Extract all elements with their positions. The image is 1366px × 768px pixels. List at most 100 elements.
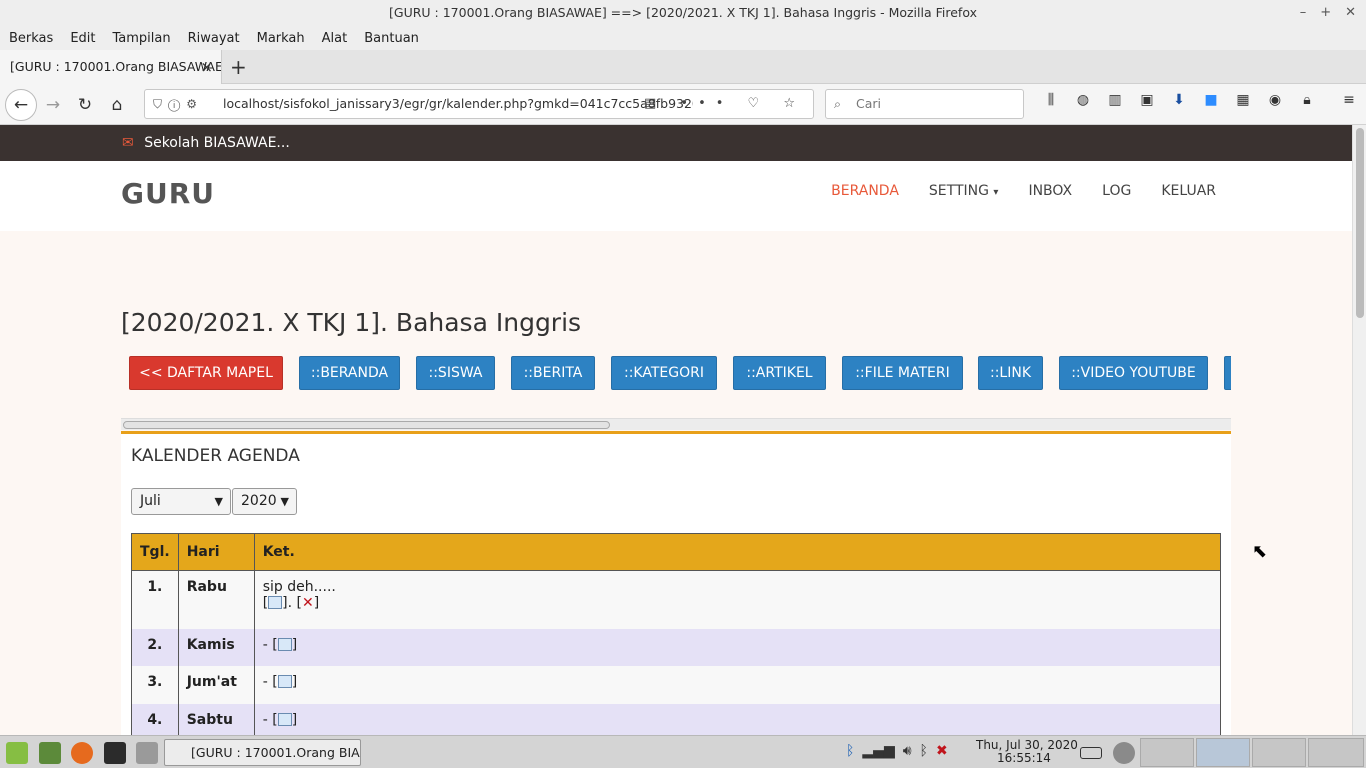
chevron-down-icon: ▾ [993, 187, 999, 198]
cell-ket: - [] [253, 628, 1222, 666]
nav-inbox[interactable]: INBOX [1028, 183, 1072, 199]
volume-icon[interactable]: 🔊︎ [903, 743, 912, 759]
cell-tgl: 1. [131, 570, 179, 629]
mint-menu-icon[interactable] [6, 742, 28, 764]
files-launcher-icon[interactable] [136, 742, 158, 764]
vertical-scroll-thumb[interactable] [1356, 128, 1364, 318]
calendar-title: KALENDER AGENDA [131, 446, 300, 466]
forward-icon[interactable]: → [40, 92, 66, 118]
vertical-scrollbar[interactable] [1352, 125, 1366, 735]
tab-close-icon[interactable]: × [200, 50, 213, 84]
nav-setting-label: SETTING [928, 183, 989, 199]
menu-alat[interactable]: Alat [322, 31, 348, 46]
kategori-button[interactable]: ::KATEGORI [611, 356, 717, 390]
menubar: Berkas Edit Tampilan Riwayat Markah Alat… [0, 26, 1366, 50]
site-topbar: ✉ Sekolah BIASAWAE... [0, 125, 1352, 161]
back-icon[interactable]: ← [5, 89, 37, 121]
lock-icon[interactable]: 🔒︎ [1296, 92, 1318, 108]
reload-icon[interactable]: ↻ [72, 92, 98, 118]
site-info-icon[interactable]: ⛉ⓘ⚙ [153, 90, 203, 118]
menu-berkas[interactable]: Berkas [9, 31, 53, 46]
home-icon[interactable]: ⌂ [104, 92, 130, 118]
school-name: Sekolah BIASAWAE... [144, 135, 290, 151]
sidebar-icon[interactable]: ▣ [1136, 92, 1158, 108]
edit-icon[interactable] [268, 596, 283, 609]
clock-time: 16:55:14 [997, 751, 1051, 765]
url-bar[interactable]: ⛉ⓘ⚙ localhost/sisfokol_janissary3/egr/gr… [144, 89, 814, 119]
subject-button-row: << DAFTAR MAPEL ::BERANDA ::SISWA ::BERI… [121, 356, 1231, 390]
video-youtube-button[interactable]: ::VIDEO YOUTUBE [1059, 356, 1208, 390]
month-select[interactable]: Juli ▼ [131, 488, 231, 515]
nav-keluar[interactable]: KELUAR [1161, 183, 1216, 199]
show-desktop-icon[interactable] [39, 742, 61, 764]
new-tab-icon[interactable]: + [230, 50, 247, 84]
table-row: 1. Rabu sip deh..... []. [✕] [131, 570, 1222, 629]
siswa-button[interactable]: ::SISWA [416, 356, 495, 390]
search-icon: ⌕ [834, 96, 842, 111]
close-icon[interactable]: ✕ [1345, 0, 1356, 26]
download-icon[interactable]: ⬇ [1168, 92, 1190, 108]
berita-button[interactable]: ::BERITA [511, 356, 595, 390]
menu-markah[interactable]: Markah [257, 31, 305, 46]
link-button[interactable]: ::LINK [978, 356, 1043, 390]
reader-icon[interactable]: ▥ [1104, 92, 1126, 108]
workspace-3[interactable] [1252, 738, 1306, 767]
daftar-mapel-button[interactable]: << DAFTAR MAPEL [129, 356, 283, 390]
row-actions: []. [✕] [262, 595, 320, 611]
overflow-button[interactable] [1224, 356, 1231, 390]
library-icon[interactable]: ⫼ [1040, 92, 1062, 108]
edit-icon[interactable] [277, 712, 292, 726]
terminal-icon[interactable] [104, 742, 126, 764]
envelope-icon: ✉ [122, 135, 134, 151]
bluetooth-status-icon[interactable]: ᛒ [920, 743, 928, 759]
horizontal-scrollbar[interactable] [121, 418, 1231, 430]
year-select[interactable]: 2020 ▼ [232, 488, 297, 515]
page-actions-icon[interactable]: ▤ ••• ♡ ☆ [644, 90, 805, 118]
clock[interactable]: Thu, Jul 30, 2020 16:55:14 [976, 739, 1078, 765]
menu-bantuan[interactable]: Bantuan [364, 31, 419, 46]
security-shield-icon[interactable]: ✖ [936, 743, 948, 759]
menu-riwayat[interactable]: Riwayat [188, 31, 240, 46]
minimize-icon[interactable]: – [1300, 0, 1307, 26]
workspace-4[interactable] [1308, 738, 1364, 767]
browser-tab[interactable]: [GURU : 170001.Orang BIASAWAE] × [0, 50, 222, 84]
delete-icon[interactable]: ✕ [302, 595, 314, 611]
cell-hari: Kamis [177, 628, 255, 666]
nav-beranda[interactable]: BERANDA [831, 183, 899, 199]
account-icon[interactable]: ◉ [1264, 92, 1286, 108]
taskbar-firefox-window[interactable]: [GURU : 170001.Orang BIAS... [164, 739, 361, 766]
file-materi-button[interactable]: ::FILE MATERI [842, 356, 963, 390]
workspace-1[interactable] [1140, 738, 1194, 767]
zoom-extension-icon[interactable]: ■ [1200, 92, 1222, 108]
artikel-button[interactable]: ::ARTIKEL [733, 356, 826, 390]
workspace-2[interactable] [1196, 738, 1250, 767]
battery-icon[interactable] [1080, 747, 1102, 759]
site-brand[interactable]: GURU [121, 177, 215, 210]
edit-icon[interactable] [277, 637, 292, 651]
search-input[interactable]: ⌕ Cari [825, 89, 1024, 119]
cell-tgl: 2. [131, 628, 179, 666]
globe-icon[interactable]: ◍ [1072, 92, 1094, 108]
menu-tampilan[interactable]: Tampilan [113, 31, 171, 46]
page-title: [2020/2021. X TKJ 1]. Bahasa Inggris [121, 308, 582, 337]
qr-icon[interactable]: ▦ [1232, 92, 1254, 108]
hamburger-menu-icon[interactable]: ≡ [1338, 92, 1360, 108]
nav-log[interactable]: LOG [1102, 183, 1131, 199]
update-icon[interactable] [1113, 742, 1135, 764]
network-icon[interactable]: ▂▄▆ [862, 743, 894, 759]
taskbar: [GURU : 170001.Orang BIAS... ᛒ ▂▄▆ 🔊︎ ᛒ … [0, 735, 1366, 768]
beranda-button[interactable]: ::BERANDA [299, 356, 400, 390]
url-text[interactable]: localhost/sisfokol_janissary3/egr/gr/kal… [223, 90, 693, 118]
firefox-launcher-icon[interactable] [71, 742, 93, 764]
navigation-toolbar: ← → ↻ ⌂ ⛉ⓘ⚙ localhost/sisfokol_janissary… [0, 84, 1366, 125]
agenda-text: - [262, 636, 268, 653]
menu-edit[interactable]: Edit [70, 31, 95, 46]
horizontal-scroll-thumb[interactable] [123, 421, 610, 429]
maximize-icon[interactable]: + [1320, 0, 1331, 26]
window-controls: – + ✕ [1300, 0, 1356, 26]
bluetooth-icon[interactable]: ᛒ [846, 743, 854, 759]
nav-setting[interactable]: SETTING ▾ [929, 183, 999, 199]
taskbar-window-label: [GURU : 170001.Orang BIAS... [191, 745, 361, 760]
edit-icon[interactable] [277, 674, 292, 688]
agenda-text: sip deh..... [262, 579, 336, 595]
